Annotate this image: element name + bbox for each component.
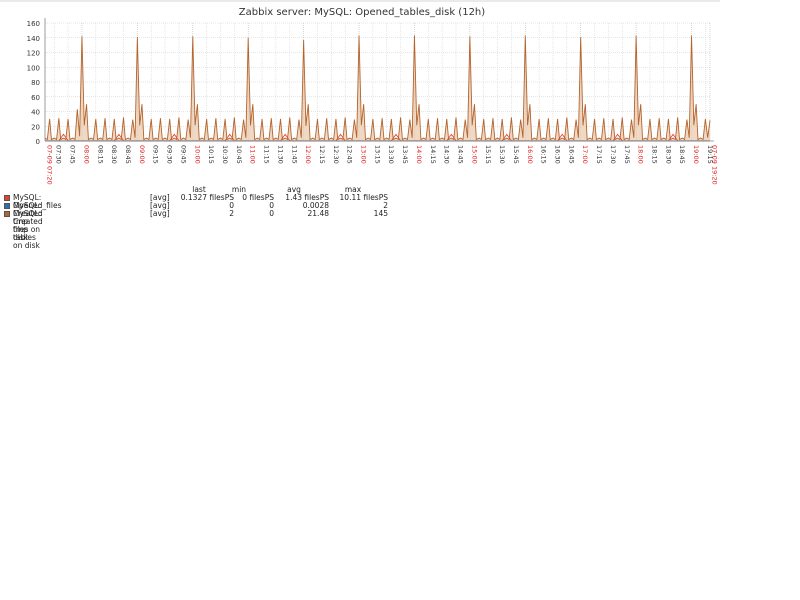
y-tick-label: 80 (31, 79, 40, 87)
x-tick-label: 18:00 (637, 145, 645, 164)
x-tick-label: 13:30 (387, 145, 395, 164)
y-tick-label: 140 (27, 35, 40, 43)
series-area-tmp-tables (45, 35, 710, 141)
y-tick-label: 60 (31, 94, 40, 102)
x-tick-label: 10:45 (235, 145, 243, 164)
legend-name: MySQL: Created tmp tables on disk (13, 209, 43, 250)
x-tick-label: 12:45 (346, 145, 354, 164)
x-tick-label: 07:30 (55, 145, 63, 164)
x-tick-label: 15:15 (484, 145, 492, 164)
y-tick-label: 40 (31, 109, 40, 117)
x-tick-label: 15:45 (512, 145, 520, 164)
x-tick-label: 17:00 (581, 145, 589, 164)
x-tick-label: 07:45 (69, 145, 77, 164)
x-tick-label: 08:15 (96, 145, 104, 164)
x-tick-label: 17:30 (609, 145, 617, 164)
x-tick-label: 11:30 (276, 145, 284, 164)
x-tick-label: 15:30 (498, 145, 506, 164)
x-tick-label: 11:00 (249, 145, 257, 164)
x-tick-label: 07-09 07:20 (46, 145, 54, 185)
x-tick-label: 08:00 (82, 145, 90, 164)
x-tick-label: 17:15 (595, 145, 603, 164)
x-tick-label: 18:45 (678, 145, 686, 164)
x-tick-label: 11:45 (290, 145, 298, 164)
x-tick-label: 14:15 (429, 145, 437, 164)
x-tick-label: 18:15 (650, 145, 658, 164)
legend-swatch (4, 195, 10, 201)
x-tick-label: 12:15 (318, 145, 326, 164)
y-tick-label: 120 (27, 50, 40, 58)
x-tick-label: 14:30 (443, 145, 451, 164)
graph: Zabbix server: MySQL: Opened_tables_disk… (27, 7, 719, 185)
x-tick-label: 09:15 (152, 145, 160, 164)
legend-swatch (4, 203, 10, 209)
x-tick-label: 13:45 (401, 145, 409, 164)
x-tick-label: 10:15 (207, 145, 215, 164)
x-tick-label: 09:00 (138, 145, 146, 164)
x-tick-label: 14:45 (457, 145, 465, 164)
x-tick-label: 13:15 (373, 145, 381, 164)
x-tick-label: 08:45 (124, 145, 132, 164)
x-tick-label: 16:15 (540, 145, 548, 164)
x-tick-label: 12:30 (332, 145, 340, 164)
x-tick-label: 10:30 (221, 145, 229, 164)
x-tick-label: 07-09 19:20 (711, 145, 719, 185)
x-tick-label: 16:30 (553, 145, 561, 164)
y-tick-label: 0 (36, 138, 40, 146)
x-tick-label: 17:45 (623, 145, 631, 164)
y-tick-label: 20 (31, 123, 40, 131)
x-tick-label: 16:45 (567, 145, 575, 164)
x-tick-label: 08:30 (110, 145, 118, 164)
legend-max: 145 (373, 209, 388, 218)
y-tick-label: 160 (27, 20, 40, 28)
x-tick-label: 14:00 (415, 145, 423, 164)
chart-title: Zabbix server: MySQL: Opened_tables_disk… (239, 7, 485, 18)
x-tick-label: 10:00 (193, 145, 201, 164)
x-tick-label: 15:00 (470, 145, 478, 164)
y-tick-label: 100 (27, 64, 40, 72)
x-tick-label: 16:00 (526, 145, 534, 164)
series-line-tmp-tables (44, 35, 711, 141)
x-tick-label: 13:00 (360, 145, 368, 164)
x-tick-label: 09:30 (166, 145, 174, 164)
x-tick-label: 09:45 (179, 145, 187, 164)
legend-swatch (4, 211, 10, 217)
x-tick-label: 11:15 (263, 145, 271, 164)
x-tick-label: 12:00 (304, 145, 312, 164)
x-tick-label: 19:00 (692, 145, 700, 164)
x-tick-label: 18:30 (664, 145, 672, 164)
